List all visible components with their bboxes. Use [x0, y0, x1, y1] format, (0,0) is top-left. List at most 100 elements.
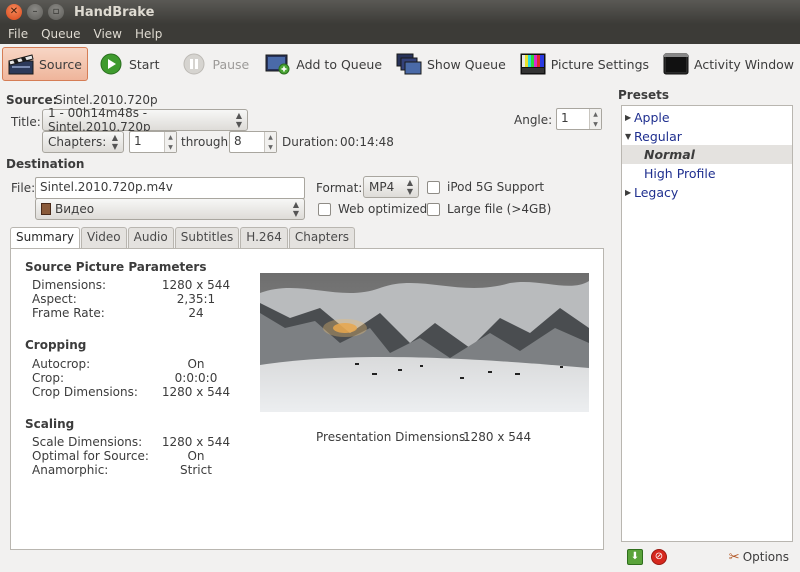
audio-profile-value-wrap: Видео — [41, 202, 94, 216]
ipod-5g-label: iPod 5G Support — [447, 180, 545, 194]
options-label: Options — [742, 550, 789, 564]
tab-audio[interactable]: Audio — [127, 227, 174, 248]
autocrop-label: Autocrop: — [32, 357, 91, 371]
preset-label: High Profile — [644, 166, 716, 181]
dimensions-label: Dimensions: — [32, 278, 107, 292]
angle-spinner[interactable]: 1 ▲ ▼ — [556, 108, 602, 130]
options-button[interactable]: ✂ Options — [729, 550, 789, 565]
web-optimized-checkbox[interactable]: Web optimized — [318, 202, 427, 216]
chapter-start-value: 1 — [134, 134, 142, 148]
terminal-icon — [663, 52, 689, 76]
preview-image — [260, 273, 589, 412]
preset-group-apple[interactable]: ▶ Apple — [622, 108, 792, 127]
spin-down-icon[interactable]: ▼ — [165, 142, 176, 152]
title-select[interactable]: 1 - 00h14m48s - Sintel.2010.720p ▲ ▼ — [42, 106, 248, 134]
spin-down-icon[interactable]: ▼ — [590, 119, 601, 129]
pause-icon — [181, 52, 207, 76]
file-input[interactable]: Sintel.2010.720p.m4v — [35, 177, 305, 199]
add-to-queue-icon — [265, 52, 291, 76]
updown-arrows-icon: ▲ ▼ — [235, 111, 242, 129]
tab-summary[interactable]: Summary — [10, 227, 80, 249]
dimensions-value: 1280 x 544 — [161, 278, 231, 292]
tab-video[interactable]: Video — [81, 227, 127, 248]
scaling-heading: Scaling — [25, 417, 75, 431]
spin-up-icon[interactable]: ▲ — [590, 109, 601, 119]
preset-group-regular[interactable]: ▼ Regular — [622, 127, 792, 146]
destination-heading: Destination — [6, 157, 85, 171]
menu-queue[interactable]: Queue — [41, 27, 80, 41]
source-button-label: Source — [39, 56, 82, 72]
presentation-dimensions-value: 1280 x 544 — [463, 430, 532, 444]
pause-button[interactable]: Pause — [175, 47, 255, 81]
updown-arrows-icon: ▲ ▼ — [292, 200, 299, 218]
spin-up-icon[interactable]: ▲ — [165, 132, 176, 142]
angle-value: 1 — [561, 111, 569, 125]
picture-settings-button-label: Picture Settings — [550, 56, 650, 72]
through-label: through — [181, 135, 229, 149]
add-to-queue-button[interactable]: Add to Queue — [259, 47, 388, 81]
duration-label: Duration: — [282, 135, 339, 149]
scale-dimensions-value: 1280 x 544 — [161, 435, 231, 449]
updown-arrows-icon: ▲ ▼ — [111, 133, 118, 151]
audio-profile-select[interactable]: Видео ▲ ▼ — [35, 198, 305, 220]
tab-chapters[interactable]: Chapters — [288, 227, 356, 248]
range-mode-select[interactable]: Chapters: ▲ ▼ — [42, 131, 124, 153]
handbrake-window: ✕ – ▫ HandBrake File Queue View Help Sou… — [0, 0, 800, 572]
range-mode-value: Chapters: — [48, 135, 107, 149]
activity-window-button[interactable]: Activity Window — [657, 47, 800, 81]
picture-settings-button[interactable]: Picture Settings — [514, 47, 655, 81]
collapse-arrow-icon[interactable]: ▼ — [622, 132, 634, 141]
show-queue-button[interactable]: Show Queue — [390, 47, 512, 81]
large-file-label: Large file (>4GB) — [447, 202, 552, 216]
tab-h264[interactable]: H.264 — [240, 227, 288, 248]
source-button[interactable]: Source — [2, 47, 88, 81]
large-file-checkbox[interactable]: Large file (>4GB) — [427, 202, 551, 216]
anamorphic-value: Strict — [180, 463, 212, 477]
menu-help[interactable]: Help — [135, 27, 162, 41]
delete-preset-icon[interactable]: ⊘ — [651, 549, 667, 565]
checkbox-box — [427, 180, 440, 194]
chapter-start-spinner[interactable]: 1 ▲ ▼ — [129, 131, 177, 153]
chapter-end-spinner[interactable]: 8 ▲ ▼ — [229, 131, 277, 153]
expand-arrow-icon[interactable]: ▶ — [622, 113, 634, 122]
source-params-heading: Source Picture Parameters — [25, 260, 207, 274]
menu-file[interactable]: File — [8, 27, 28, 41]
maximize-window-button[interactable]: ▫ — [48, 4, 64, 20]
minimize-window-button[interactable]: – — [27, 4, 43, 20]
import-preset-icon[interactable]: ⬇ — [627, 549, 643, 565]
start-button[interactable]: Start — [92, 47, 166, 81]
format-select[interactable]: MP4 ▲ ▼ — [363, 176, 419, 198]
checkbox-box — [427, 202, 440, 216]
pause-button-label: Pause — [212, 56, 250, 72]
play-icon — [98, 52, 124, 76]
source-value: Sintel.2010.720p — [55, 93, 158, 107]
preset-label: Apple — [634, 110, 670, 125]
optimal-for-source-value: On — [187, 449, 205, 463]
title-label: Title: — [11, 115, 41, 129]
spin-down-icon[interactable]: ▼ — [265, 142, 276, 152]
color-bars-icon — [520, 52, 546, 76]
close-window-button[interactable]: ✕ — [6, 4, 22, 20]
format-label: Format: — [316, 181, 363, 195]
video-file-icon — [41, 203, 51, 215]
tab-subtitles[interactable]: Subtitles — [174, 227, 240, 248]
source-label: Source: — [6, 93, 58, 107]
checkbox-box — [318, 202, 331, 216]
crop-label: Crop: — [32, 371, 65, 385]
show-queue-icon — [396, 52, 422, 76]
preset-group-legacy[interactable]: ▶ Legacy — [622, 183, 792, 202]
aspect-label: Aspect: — [32, 292, 77, 306]
crop-value: 0:0:0:0 — [174, 371, 218, 385]
toolbar: Source Start Pause Add to Queue Show Que… — [0, 44, 800, 84]
crop-dimensions-label: Crop Dimensions: — [32, 385, 138, 399]
expand-arrow-icon[interactable]: ▶ — [622, 188, 634, 197]
crop-dimensions-value: 1280 x 544 — [161, 385, 231, 399]
preset-label: Regular — [634, 129, 682, 144]
aspect-value: 2,35:1 — [176, 292, 216, 306]
title-select-value: 1 - 00h14m48s - Sintel.2010.720p — [48, 106, 151, 134]
menu-view[interactable]: View — [94, 27, 122, 41]
preset-item-normal[interactable]: Normal — [622, 145, 792, 164]
ipod-5g-checkbox[interactable]: iPod 5G Support — [427, 180, 544, 194]
spin-up-icon[interactable]: ▲ — [265, 132, 276, 142]
preset-item-high-profile[interactable]: High Profile — [622, 164, 792, 183]
